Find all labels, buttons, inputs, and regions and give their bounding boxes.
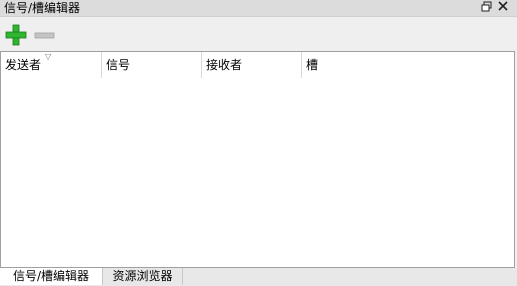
connections-table[interactable]: ▽ 发送者 信号 接收者 槽 xyxy=(0,51,515,268)
tab-signal-slot-editor[interactable]: 信号/槽编辑器 xyxy=(0,268,103,285)
column-header-receiver[interactable]: 接收者 xyxy=(202,52,302,78)
plus-icon xyxy=(5,24,27,46)
dock-title: 信号/槽编辑器 xyxy=(4,1,81,15)
minus-icon xyxy=(34,32,55,39)
column-header-slot[interactable]: 槽 xyxy=(302,52,514,78)
add-connection-button[interactable] xyxy=(4,23,28,47)
tab-resource-browser[interactable]: 资源浏览器 xyxy=(103,268,183,285)
sort-indicator-icon: ▽ xyxy=(45,52,52,61)
remove-connection-button[interactable] xyxy=(32,23,56,47)
float-window-icon[interactable] xyxy=(480,1,494,15)
toolbar xyxy=(0,17,517,51)
column-header-label: 接收者 xyxy=(206,58,243,72)
column-header-signal[interactable]: 信号 xyxy=(102,52,202,78)
column-header-sender[interactable]: ▽ 发送者 xyxy=(1,52,102,78)
column-header-label: 槽 xyxy=(306,58,319,72)
dock-tab-bar: 信号/槽编辑器 资源浏览器 xyxy=(0,268,517,286)
column-header-label: 发送者 xyxy=(5,58,42,72)
column-header-label: 信号 xyxy=(106,58,131,72)
dock-title-bar: 信号/槽编辑器 xyxy=(0,0,517,17)
table-header: ▽ 发送者 信号 接收者 槽 xyxy=(1,52,514,78)
close-icon[interactable] xyxy=(496,1,510,15)
